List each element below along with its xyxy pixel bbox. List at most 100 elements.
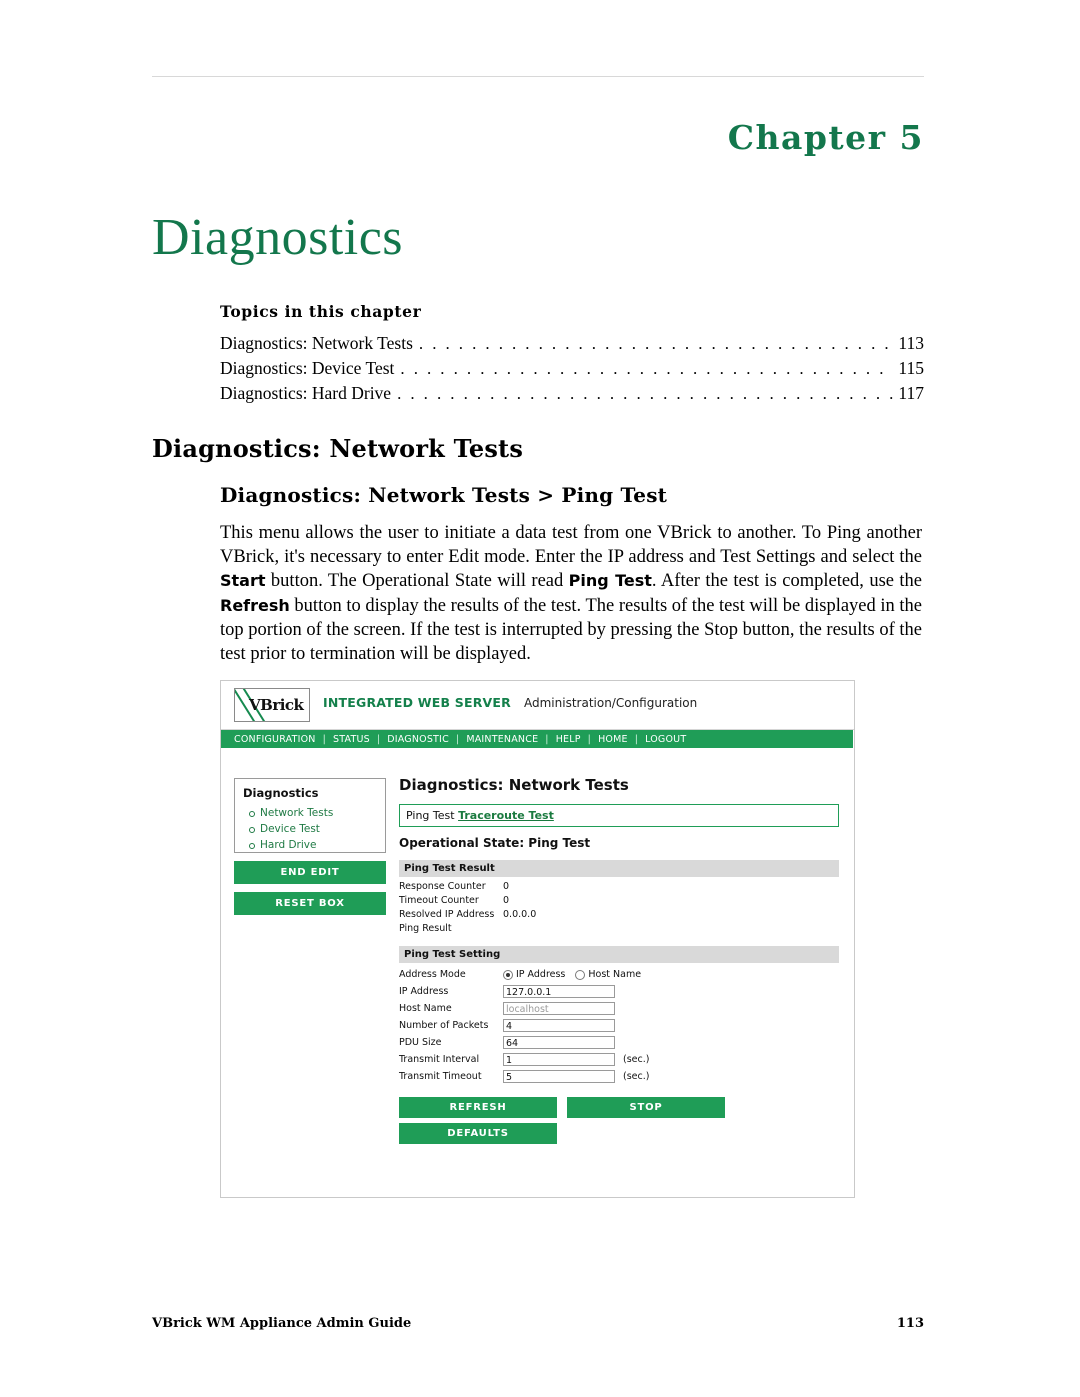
sidebar: Diagnostics Network Tests Device Test Ha… [234, 778, 386, 915]
tab-ping-test[interactable]: Ping Test [406, 809, 455, 822]
nav-item-diagnostic[interactable]: DIAGNOSTIC [386, 734, 450, 745]
result-row: Resolved IP Address 0.0.0.0 [399, 908, 839, 922]
nav-separator: | [634, 733, 639, 745]
sidebar-item-device-test[interactable]: Device Test [249, 823, 377, 835]
nav-separator: | [455, 733, 460, 745]
bullet-icon [249, 843, 255, 849]
action-button-row-secondary: DEFAULTS [399, 1123, 839, 1144]
defaults-button[interactable]: DEFAULTS [399, 1123, 557, 1144]
nav-separator: | [587, 733, 592, 745]
result-label: Response Counter [399, 881, 486, 892]
sidebar-item-label: Hard Drive [260, 839, 317, 851]
iws-header: VBrick INTEGRATED WEB SERVER Administrat… [221, 681, 854, 730]
result-row: Response Counter 0 [399, 880, 839, 894]
nav-item-status[interactable]: STATUS [332, 734, 371, 745]
ip-address-input[interactable]: 127.0.0.1 [503, 985, 615, 998]
field-label: Transmit Interval [399, 1054, 480, 1065]
number-of-packets-input[interactable]: 4 [503, 1019, 615, 1032]
radio-group-address-mode: IP Address Host Name [503, 966, 641, 983]
end-edit-button[interactable]: END EDIT [234, 861, 386, 884]
transmit-timeout-unit: (sec.) [623, 1071, 650, 1082]
address-mode-label: Address Mode [399, 969, 466, 980]
field-row-ip-address: IP Address 127.0.0.1 [399, 983, 839, 1000]
toc-entry-page: 115 [898, 358, 924, 378]
main-content: Diagnostics: Network Tests Ping Test Tra… [399, 776, 839, 1144]
operational-state: Operational State: Ping Test [399, 836, 591, 850]
nav-separator: | [545, 733, 549, 745]
result-label: Ping Result [399, 923, 452, 934]
sidebar-menu: Diagnostics Network Tests Device Test Ha… [234, 778, 386, 853]
nav-item-logout[interactable]: LOGOUT [644, 734, 687, 745]
toc-entry-label: Diagnostics: Hard Drive [220, 383, 392, 403]
result-value: 0 [503, 881, 510, 892]
host-name-input[interactable]: localhost [503, 1002, 615, 1015]
sidebar-title: Diagnostics [243, 786, 319, 800]
result-value: 0 [503, 895, 510, 906]
section-heading: Diagnostics: Network Tests [152, 434, 524, 463]
topics-heading: Topics in this chapter [220, 302, 422, 321]
transmit-interval-unit: (sec.) [623, 1054, 650, 1065]
result-row: Ping Result [399, 922, 839, 936]
field-row-transmit-interval: Transmit Interval 1 (sec.) [399, 1051, 839, 1068]
nav-item-home[interactable]: HOME [597, 734, 629, 745]
result-value: 0.0.0.0 [503, 909, 537, 920]
tab-traceroute-test[interactable]: Traceroute Test [458, 809, 554, 822]
emphasis-text: Refresh [220, 596, 290, 616]
radio-host-name-label: Host Name [588, 969, 642, 980]
toc-leader-dots: . . . . . . . . . . . . . . . . . . . . … [400, 360, 893, 377]
sidebar-item-label: Device Test [260, 823, 320, 835]
result-row: Timeout Counter 0 [399, 894, 839, 908]
radio-ip-address[interactable] [503, 969, 513, 980]
toc-entry[interactable]: Diagnostics: Device Test . . . . . . . .… [220, 358, 924, 383]
transmit-interval-input[interactable]: 1 [503, 1053, 615, 1066]
transmit-timeout-input[interactable]: 5 [503, 1070, 615, 1083]
toc-entry-label: Diagnostics: Network Tests [220, 333, 413, 353]
header-rule [152, 76, 924, 77]
screenshot-figure: VBrick INTEGRATED WEB SERVER Administrat… [220, 680, 855, 1198]
toc-entry[interactable]: Diagnostics: Hard Drive . . . . . . . . … [220, 383, 924, 408]
chapter-title: Diagnostics [152, 209, 404, 266]
field-row-number-of-packets: Number of Packets 4 [399, 1017, 839, 1034]
toc-entry[interactable]: Diagnostics: Network Tests . . . . . . .… [220, 333, 924, 358]
field-label: Number of Packets [399, 1020, 489, 1031]
table-of-contents: Diagnostics: Network Tests . . . . . . .… [220, 333, 924, 408]
nav-separator: | [322, 733, 326, 745]
nav-separator: | [376, 733, 381, 745]
toc-entry-page: 113 [898, 333, 924, 353]
logo-text: VBrick [249, 696, 304, 714]
toc-leader-dots: . . . . . . . . . . . . . . . . . . . . … [418, 335, 894, 352]
address-mode-row: Address Mode IP Address Host Name [399, 966, 839, 983]
toc-entry-page: 117 [898, 383, 924, 403]
emphasis-text: Ping Test [568, 571, 652, 591]
refresh-button[interactable]: REFRESH [399, 1097, 557, 1118]
field-label: Transmit Timeout [399, 1071, 482, 1082]
nav-item-configuration[interactable]: CONFIGURATION [233, 734, 317, 745]
iws-body: Diagnostics Network Tests Device Test Ha… [221, 748, 854, 1197]
radio-host-name[interactable] [575, 969, 586, 980]
nav-item-maintenance[interactable]: MAINTENANCE [465, 734, 539, 745]
chapter-label: Chapter 5 [727, 118, 924, 157]
bullet-icon [249, 827, 255, 833]
ping-test-setting-header: Ping Test Setting [399, 946, 839, 963]
sidebar-item-network-tests[interactable]: Network Tests [249, 807, 377, 819]
test-tabs: Ping Test Traceroute Test [399, 804, 839, 827]
iws-title: INTEGRATED WEB SERVER [323, 695, 511, 710]
subsection-heading: Diagnostics: Network Tests > Ping Test [220, 483, 668, 507]
toc-leader-dots: . . . . . . . . . . . . . . . . . . . . … [397, 385, 893, 402]
field-label: IP Address [399, 986, 449, 997]
footer-title: VBrick WM Appliance Admin Guide [152, 1316, 412, 1331]
field-row-transmit-timeout: Transmit Timeout 5 (sec.) [399, 1068, 839, 1085]
nav-item-help[interactable]: HELP [555, 734, 582, 745]
result-label: Timeout Counter [399, 895, 479, 906]
field-row-host-name: Host Name localhost [399, 1000, 839, 1017]
stop-button[interactable]: STOP [567, 1097, 725, 1118]
emphasis-text: Start [220, 571, 266, 591]
reset-box-button[interactable]: RESET BOX [234, 892, 386, 915]
action-button-row: REFRESH STOP [399, 1097, 839, 1118]
sidebar-item-label: Network Tests [260, 807, 334, 819]
pdu-size-input[interactable]: 64 [503, 1036, 615, 1049]
paragraph-text: button to display the results of the tes… [220, 596, 922, 664]
sidebar-item-hard-drive[interactable]: Hard Drive [249, 839, 377, 851]
document-page: Chapter 5 Diagnostics Topics in this cha… [0, 0, 1080, 1397]
